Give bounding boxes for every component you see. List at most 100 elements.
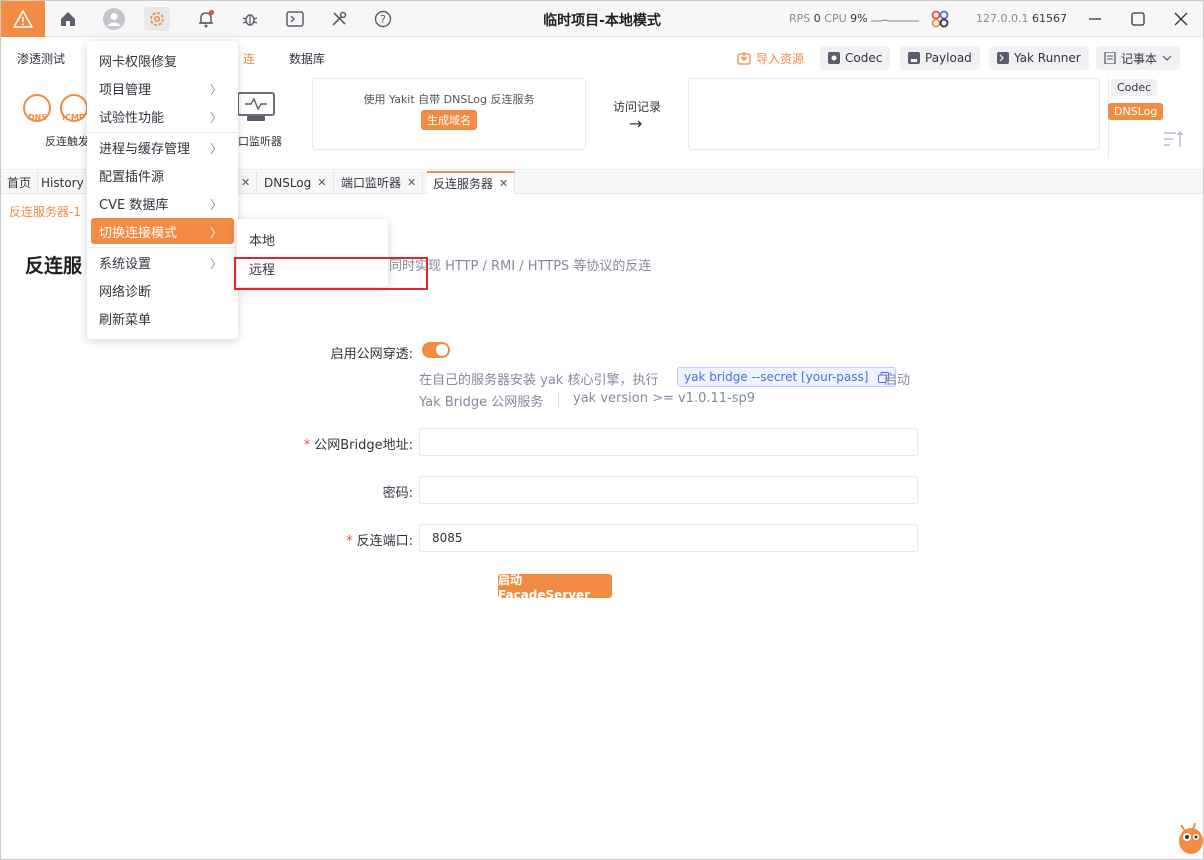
terminal-icon[interactable] xyxy=(282,7,308,31)
menu-item-refresh-menu[interactable]: 刷新菜单 xyxy=(91,305,234,331)
annotation-highlight-box xyxy=(234,257,428,290)
port-label: * 反连端口: xyxy=(346,534,413,549)
mascot-icon[interactable] xyxy=(1173,811,1204,857)
visit-record-panel xyxy=(688,78,1100,150)
app-window: ? 临时项目-本地模式 RPS 0 CPU 9% 127.0.0.1 61567… xyxy=(0,0,1204,860)
subtab-reverse-server-1[interactable]: 反连服务器-1 xyxy=(9,203,81,220)
chevron-down-icon xyxy=(1162,55,1172,61)
menu-item-project-management[interactable]: 项目管理〉 xyxy=(91,75,234,101)
password-label: 密码: xyxy=(382,486,413,501)
port-input[interactable]: 8085 xyxy=(419,524,918,552)
bell-icon[interactable] xyxy=(193,7,219,31)
tab-port-listener[interactable]: 端口监听器 ✕ xyxy=(335,171,424,194)
payload-icon xyxy=(908,52,920,64)
menu-reverse[interactable]: 连 xyxy=(243,50,255,67)
maximize-icon xyxy=(1131,12,1145,26)
close-button[interactable] xyxy=(1169,7,1193,31)
tools-icon[interactable] xyxy=(326,7,352,31)
menu-item-network-diagnosis[interactable]: 网络诊断 xyxy=(91,277,234,303)
version-hint: yak version >= v1.0.11-sp9 xyxy=(573,391,756,406)
warning-button[interactable] xyxy=(1,1,45,37)
chevron-right-icon: 〉 xyxy=(209,198,222,212)
page-description: 同时实现 HTTP / RMI / HTTPS 等协议的反连 xyxy=(389,259,652,274)
help-line-2: Yak Bridge 公网服务 xyxy=(419,395,544,410)
warning-icon xyxy=(13,10,33,28)
yak-runner-button[interactable]: Yak Runner xyxy=(989,46,1089,70)
menu-item-switch-connection-mode[interactable]: 切换连接模式〉 xyxy=(91,218,234,244)
menu-database[interactable]: 数据库 xyxy=(289,50,325,67)
bridge-address-input[interactable] xyxy=(419,428,918,456)
minimize-icon xyxy=(1089,18,1101,20)
public-penetration-label: 启用公网穿透: xyxy=(330,347,413,362)
notebook-icon xyxy=(1104,52,1116,64)
tab-history[interactable]: History xyxy=(35,171,91,194)
icmp-label: ICMP xyxy=(62,113,85,122)
minimize-button[interactable] xyxy=(1083,7,1107,31)
menu-item-cve-database[interactable]: CVE 数据库〉 xyxy=(91,190,234,216)
help-line-1: 在自己的服务器安装 yak 核心引擎，执行 xyxy=(419,373,659,388)
menu-separator xyxy=(87,132,238,133)
menu-separator xyxy=(87,247,238,248)
dnslog-panel: 使用 Yakit 自带 DNSLog 反连服务 生成域名 xyxy=(312,78,586,150)
gear-icon[interactable] xyxy=(144,7,170,31)
engine-address: 127.0.0.1 61567 xyxy=(976,12,1067,25)
close-icon xyxy=(1174,12,1188,26)
menu-item-experimental[interactable]: 试验性功能〉 xyxy=(91,103,234,129)
menu-pentest[interactable]: 渗透测试 xyxy=(17,50,65,67)
rps-status: RPS 0 CPU 9% xyxy=(789,12,868,25)
help-start: 启动 xyxy=(884,373,911,388)
monitor-icon[interactable] xyxy=(237,92,275,126)
chevron-right-icon: 〉 xyxy=(209,111,222,125)
svg-text:?: ? xyxy=(380,13,386,26)
reverse-trigger-label: 反连触发 xyxy=(45,135,89,148)
menu-item-system-settings[interactable]: 系统设置〉 xyxy=(91,249,234,275)
user-icon[interactable] xyxy=(101,7,127,31)
settings-dropdown-menu: 网卡权限修复 项目管理〉 试验性功能〉 进程与缓存管理〉 配置插件源 CVE 数… xyxy=(87,41,238,339)
bridge-address-label: * 公网Bridge地址: xyxy=(303,438,413,453)
visit-record-label: 访问记录 xyxy=(613,100,662,114)
command-code[interactable]: yak bridge --secret [your-pass] xyxy=(677,367,897,387)
notebook-button[interactable]: 记事本 xyxy=(1096,46,1181,70)
public-penetration-toggle[interactable] xyxy=(422,342,450,358)
page-title: 反连服 xyxy=(25,255,83,277)
chevron-right-icon: 〉 xyxy=(209,142,222,156)
dns-label: DNS xyxy=(28,113,48,122)
terminal-small-icon xyxy=(997,52,1009,64)
close-icon[interactable]: ✕ xyxy=(317,176,326,189)
start-facade-server-button[interactable]: 启动FacadeServer xyxy=(498,573,612,602)
divider xyxy=(558,393,559,407)
arrow-right-icon: → xyxy=(629,114,643,133)
menu-item-nic-permission-fix[interactable]: 网卡权限修复 xyxy=(91,47,234,73)
menu-item-process-cache[interactable]: 进程与缓存管理〉 xyxy=(91,134,234,160)
password-input[interactable] xyxy=(419,476,918,504)
submenu-item-local[interactable]: 本地 xyxy=(241,226,384,252)
tag-dnslog[interactable]: DNSLog xyxy=(1108,103,1164,120)
help-icon[interactable]: ? xyxy=(370,7,396,31)
tab-reverse-server[interactable]: 反连服务器 ✕ xyxy=(427,171,516,194)
import-icon xyxy=(737,52,751,65)
tag-codec[interactable]: Codec xyxy=(1111,79,1158,96)
cpu-sparkline xyxy=(871,19,919,22)
menu-item-plugin-source[interactable]: 配置插件源 xyxy=(91,162,234,188)
chevron-right-icon: 〉 xyxy=(209,226,222,240)
home-icon[interactable] xyxy=(55,7,81,31)
close-icon[interactable]: ✕ xyxy=(499,177,508,190)
maximize-button[interactable] xyxy=(1126,7,1150,31)
import-resource-button[interactable]: 导入资源 xyxy=(729,46,812,70)
chevron-right-icon: 〉 xyxy=(209,257,222,271)
close-icon[interactable]: ✕ xyxy=(241,176,250,189)
dnslog-description: 使用 Yakit 自带 DNSLog 反连服务 xyxy=(363,93,535,106)
codec-button[interactable]: Codec xyxy=(820,46,891,70)
codec-icon xyxy=(828,52,840,64)
port-listener-label: 口监听器 xyxy=(238,135,282,148)
generate-domain-button[interactable]: 生成域名 xyxy=(421,110,477,130)
bug-icon[interactable] xyxy=(237,7,263,31)
payload-button[interactable]: Payload xyxy=(900,46,980,70)
chevron-right-icon: 〉 xyxy=(209,83,222,97)
engine-icon[interactable] xyxy=(931,10,949,32)
title-bar: ? 临时项目-本地模式 RPS 0 CPU 9% 127.0.0.1 61567 xyxy=(1,1,1203,37)
tab-home[interactable]: 首页 xyxy=(1,171,39,194)
tab-dnslog[interactable]: DNSLog ✕ xyxy=(258,171,334,194)
close-icon[interactable]: ✕ xyxy=(407,176,416,189)
sort-icon[interactable] xyxy=(1163,129,1185,153)
